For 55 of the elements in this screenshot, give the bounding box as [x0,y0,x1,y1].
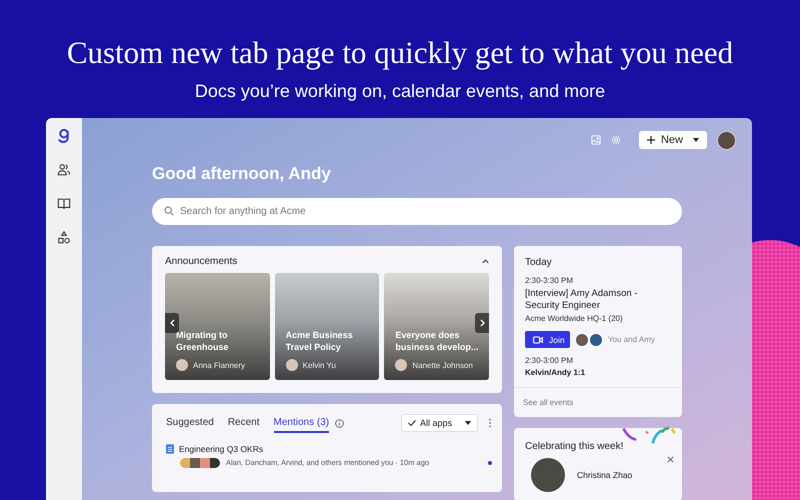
join-button[interactable]: Join [525,331,570,348]
announcement-card[interactable]: Migrating to Greenhouse Anna Flannery [165,273,270,380]
author-name: Anna Flannery [193,360,246,370]
user-avatar[interactable] [717,130,736,150]
tab[interactable]: Recent [228,414,260,432]
attendee-avatars [576,334,602,346]
event-location: Acme Worldwide HQ-1 (20) [525,314,624,323]
card-title: Celebrating this week! [525,441,624,452]
announcement-title: Migrating to Greenhouse [176,329,230,353]
see-all-events-link[interactable]: See all events [514,387,682,417]
author-avatar [176,359,188,371]
announcement-card[interactable]: Everyone does business develop... Nanette Johnson [384,273,490,380]
plus-icon [646,136,655,144]
author-avatar [395,359,408,371]
info-icon[interactable] [335,418,344,428]
new-button[interactable]: New [638,131,707,149]
document-title[interactable]: Engineering Q3 OKRs [179,444,264,454]
announcement-title: Acme Business Travel Policy [286,329,354,353]
shapes-icon[interactable] [57,230,71,245]
video-icon [533,336,543,344]
announcement-title: Everyone does business develop... [395,329,480,353]
app-filter-dropdown[interactable]: All apps [401,414,478,432]
author-avatar [286,359,298,371]
close-icon[interactable] [667,456,674,463]
book-icon[interactable] [57,196,71,211]
check-icon [408,420,416,426]
logo-icon[interactable] [57,128,71,143]
tab[interactable]: Suggested [166,414,214,432]
announcement-card[interactable]: Acme Business Travel Policy Kelvin Yu [274,273,380,380]
card-title: Announcements [165,256,238,267]
person-avatar [531,458,565,492]
card-title: Today [524,256,553,268]
document-icon [166,444,174,454]
event-title[interactable]: Kelvin/Andy 1:1 [525,368,671,377]
event-time: 2:30-3:00 PM [525,356,574,365]
event-title[interactable]: [Interview] Amy Adamson - Security Engineer [525,288,671,312]
next-button[interactable] [475,313,489,333]
event-time: 2:30-3:30 PM [525,276,574,285]
chevron-right-icon [480,319,484,327]
attendees-label: You and Amy [608,335,655,344]
headline: Custom new tab page to quickly get to what you need [66,34,734,72]
people-icon[interactable] [57,162,71,177]
subheadline: Docs you’re working on, calendar events, and more [194,80,606,102]
avatar-stack [180,458,220,468]
more-icon[interactable] [488,418,492,428]
previous-button[interactable] [165,313,179,333]
search-icon [164,206,174,216]
chevron-left-icon [170,319,174,327]
author-name: Kelvin Yu [302,360,336,370]
tab[interactable]: Mentions (3) [274,414,330,432]
person-name: Christina Zhao [577,470,632,480]
greeting: Good afternoon, Andy [152,164,332,185]
search-field[interactable]: Search for anything at Acme [152,198,682,225]
author-name: Nanette Johnson [412,360,473,370]
collapse-icon[interactable] [482,259,489,264]
